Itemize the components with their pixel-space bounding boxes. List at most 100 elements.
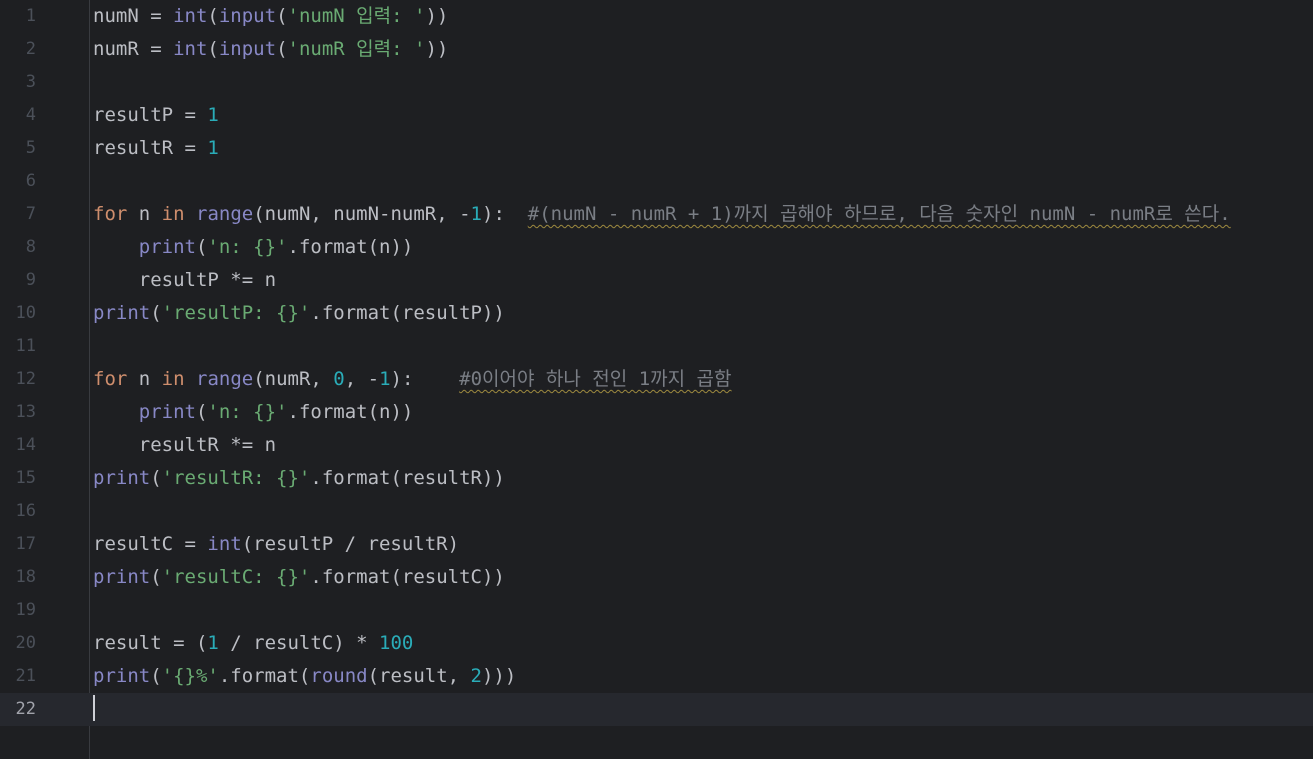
line-number: 11 <box>15 336 36 356</box>
line-code: resultR = 1 <box>93 132 219 165</box>
line-code: numN = int(input('numN 입력: ')) <box>93 0 448 33</box>
line-number: 2 <box>25 39 36 59</box>
code-line[interactable]: 12 for n in range(numR, 0, -1): #0이어야 하나 … <box>0 363 1313 396</box>
line-number: 22 <box>15 699 36 719</box>
line-number: 20 <box>15 633 36 653</box>
code-token: 'resultP: {}' <box>161 302 311 324</box>
code-line[interactable]: 9 resultP *= n <box>0 264 1313 297</box>
line-number: 3 <box>25 72 36 92</box>
line-number: 17 <box>15 534 36 554</box>
code-token: resultP *= n <box>93 269 277 291</box>
code-token: 'numR 입력: ' <box>287 38 426 60</box>
line-code: print('resultC: {}'.format(resultC)) <box>93 561 505 594</box>
line-number: 16 <box>15 501 36 521</box>
code-line[interactable]: 20 result = (1 / resultC) * 100 <box>0 627 1313 660</box>
code-token: numR = <box>93 38 174 60</box>
code-line[interactable]: 19 <box>0 594 1313 627</box>
code-token: )) <box>425 5 449 27</box>
line-code: print('{}%'.format(round(result, 2))) <box>93 660 516 693</box>
code-line[interactable]: 3 <box>0 66 1313 99</box>
line-code: numR = int(input('numR 입력: ')) <box>93 33 448 66</box>
line-number: 1 <box>25 6 36 26</box>
code-token: ( <box>207 38 219 60</box>
code-token: 'numN 입력: ' <box>287 5 426 27</box>
code-token: .format(resultP)) <box>310 302 505 324</box>
code-editor[interactable]: 1 numN = int(input('numN 입력: ')) 2 numR = i… <box>0 0 1313 759</box>
line-code: print('n: {}'.format(n)) <box>93 231 414 264</box>
code-line[interactable]: 22 <box>0 693 1313 726</box>
code-token: resultR = <box>93 137 208 159</box>
code-token: print <box>138 236 196 258</box>
line-number: 14 <box>15 435 36 455</box>
code-token: ( <box>276 5 288 27</box>
line-number: 12 <box>15 369 36 389</box>
code-line[interactable]: 6 <box>0 165 1313 198</box>
line-number: 4 <box>25 105 36 125</box>
code-token: 'resultC: {}' <box>161 566 311 588</box>
line-number: 13 <box>15 402 36 422</box>
line-code <box>93 693 95 726</box>
line-number: 7 <box>25 204 36 224</box>
code-token: )) <box>425 38 449 60</box>
text-caret <box>93 695 95 721</box>
code-token: print <box>93 665 151 687</box>
code-token: ): <box>390 368 460 390</box>
line-code: print('resultP: {}'.format(resultP)) <box>93 297 505 330</box>
code-token: print <box>93 566 151 588</box>
code-token: ( <box>195 236 208 258</box>
code-line[interactable]: 14 resultR *= n <box>0 429 1313 462</box>
code-token: ( <box>150 566 162 588</box>
code-token: 1 <box>207 104 219 126</box>
code-line[interactable]: 13 print('n: {}'.format(n)) <box>0 396 1313 429</box>
code-line[interactable]: 10 print('resultP: {}'.format(resultP)) <box>0 297 1313 330</box>
code-line[interactable]: 21 print('{}%'.format(round(result, 2))) <box>0 660 1313 693</box>
code-line[interactable]: 18 print('resultC: {}'.format(resultC)) <box>0 561 1313 594</box>
code-token: 0 <box>333 368 345 390</box>
code-token: (resultP / resultR) <box>241 533 460 555</box>
code-token: in <box>161 368 185 390</box>
code-token: input <box>218 5 277 27</box>
code-line[interactable]: 1 numN = int(input('numN 입력: ')) <box>0 0 1313 33</box>
code-line[interactable]: 7 for n in range(numN, numN-numR, -1): #(… <box>0 198 1313 231</box>
code-token: print <box>93 302 151 324</box>
line-code: for n in range(numR, 0, -1): #0이어야 하나 전인… <box>93 363 732 396</box>
code-area[interactable]: 1 numN = int(input('numN 입력: ')) 2 numR = i… <box>0 0 1313 759</box>
code-token: 'resultR: {}' <box>161 467 311 489</box>
code-line[interactable]: 4 resultP = 1 <box>0 99 1313 132</box>
code-token: ( <box>150 665 162 687</box>
code-token: resultP = <box>93 104 208 126</box>
code-token: , - <box>344 368 380 390</box>
line-code: for n in range(numN, numN-numR, -1): #(n… <box>93 198 1231 231</box>
code-token: 2 <box>470 665 482 687</box>
line-number: 6 <box>25 171 36 191</box>
code-token: .format(resultC)) <box>310 566 505 588</box>
code-token: result = ( <box>93 632 208 654</box>
code-token: ( <box>276 38 288 60</box>
code-line[interactable]: 16 <box>0 495 1313 528</box>
line-number: 5 <box>25 138 36 158</box>
code-token: .format( <box>218 665 311 687</box>
line-code: resultC = int(resultP / resultR) <box>93 528 459 561</box>
code-token: (result, <box>367 665 471 687</box>
code-line[interactable]: 15 print('resultR: {}'.format(resultR)) <box>0 462 1313 495</box>
code-token: ))) <box>481 665 517 687</box>
code-token: 'n: {}' <box>207 401 288 423</box>
code-line[interactable]: 17 resultC = int(resultP / resultR) <box>0 528 1313 561</box>
code-line[interactable]: 2 numR = int(input('numR 입력: ')) <box>0 33 1313 66</box>
code-token: #0이어야 하나 전인 1까지 곱함 <box>459 368 732 390</box>
code-token: (numN, numN-numR, - <box>253 203 471 225</box>
line-code: print('resultR: {}'.format(resultR)) <box>93 462 505 495</box>
code-token: in <box>161 203 185 225</box>
code-line[interactable]: 8 print('n: {}'.format(n)) <box>0 231 1313 264</box>
code-token: #(numN - numR + 1)까지 곱해야 하므로, 다음 숫자인 num… <box>527 203 1231 225</box>
code-token: n <box>127 368 162 390</box>
code-token: ): <box>482 203 528 225</box>
code-line[interactable]: 11 <box>0 330 1313 363</box>
line-number: 8 <box>25 237 36 257</box>
code-token: 1 <box>379 368 391 390</box>
code-token: resultC = <box>93 533 208 555</box>
code-line[interactable]: 5 resultR = 1 <box>0 132 1313 165</box>
code-token: .format(n)) <box>287 401 414 423</box>
